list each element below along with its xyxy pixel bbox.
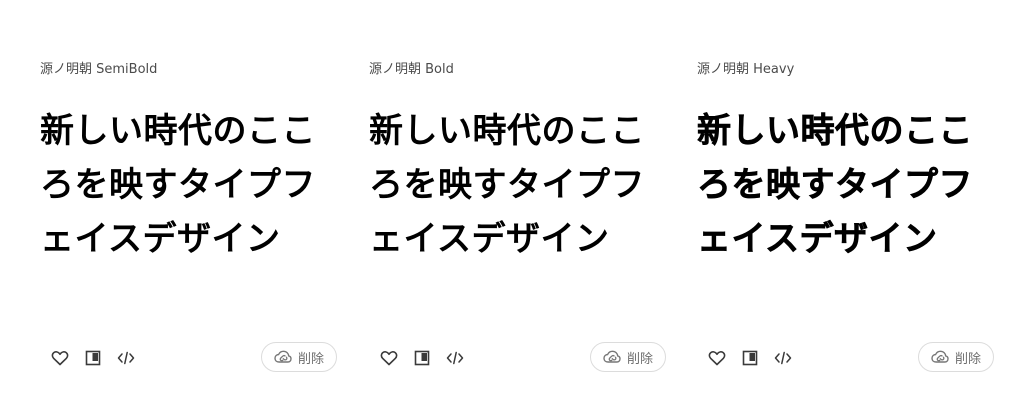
specimen-button[interactable]: [412, 348, 432, 368]
sample-text: 新しい時代のこころを映すタイプフェイスデザイン: [369, 111, 645, 259]
remove-label: 削除: [626, 351, 653, 367]
embed-code-button[interactable]: [116, 348, 136, 368]
card-actions: 削除: [697, 342, 997, 374]
remove-button[interactable]: 削除: [590, 342, 666, 372]
embed-code-icon: [446, 351, 464, 365]
favorite-button[interactable]: [379, 348, 399, 368]
card-actions: 削除: [40, 342, 340, 374]
sample-text: 新しい時代のこころを映すタイプフェイスデザイン: [40, 111, 316, 259]
favorite-button[interactable]: [50, 348, 70, 368]
creative-cloud-icon: [603, 348, 621, 366]
font-card-bold: 源ノ明朝 Bold 新しい時代のこころを映すタイプフェイスデザイン 削除: [369, 0, 669, 408]
card-actions: 削除: [369, 342, 669, 374]
favorite-button[interactable]: [707, 348, 727, 368]
heart-icon: [51, 351, 69, 366]
embed-code-button[interactable]: [773, 348, 793, 368]
font-name[interactable]: 源ノ明朝 Bold: [369, 61, 454, 79]
font-card-heavy: 源ノ明朝 Heavy 新しい時代のこころを映すタイプフェイスデザイン 削除: [697, 0, 997, 408]
font-name[interactable]: 源ノ明朝 Heavy: [697, 61, 794, 79]
embed-code-icon: [117, 351, 135, 365]
embed-code-button[interactable]: [445, 348, 465, 368]
heart-icon: [380, 351, 398, 366]
remove-label: 削除: [297, 351, 324, 367]
specimen-icon: [85, 350, 101, 366]
specimen-icon: [742, 350, 758, 366]
specimen-icon: [414, 350, 430, 366]
specimen-button[interactable]: [83, 348, 103, 368]
specimen-button[interactable]: [740, 348, 760, 368]
font-name[interactable]: 源ノ明朝 SemiBold: [40, 61, 157, 79]
remove-label: 削除: [954, 351, 981, 367]
creative-cloud-icon: [931, 348, 949, 366]
remove-button[interactable]: 削除: [261, 342, 337, 372]
creative-cloud-icon: [274, 348, 292, 366]
sample-text: 新しい時代のこころを映すタイプフェイスデザイン: [697, 111, 973, 260]
embed-code-icon: [774, 351, 792, 365]
font-card-grid: 源ノ明朝 SemiBold 新しい時代のこころを映すタイプフェイスデザイン 削除…: [0, 0, 1024, 408]
font-card-semibold: 源ノ明朝 SemiBold 新しい時代のこころを映すタイプフェイスデザイン 削除: [40, 0, 340, 408]
remove-button[interactable]: 削除: [918, 342, 994, 372]
heart-icon: [708, 351, 726, 366]
